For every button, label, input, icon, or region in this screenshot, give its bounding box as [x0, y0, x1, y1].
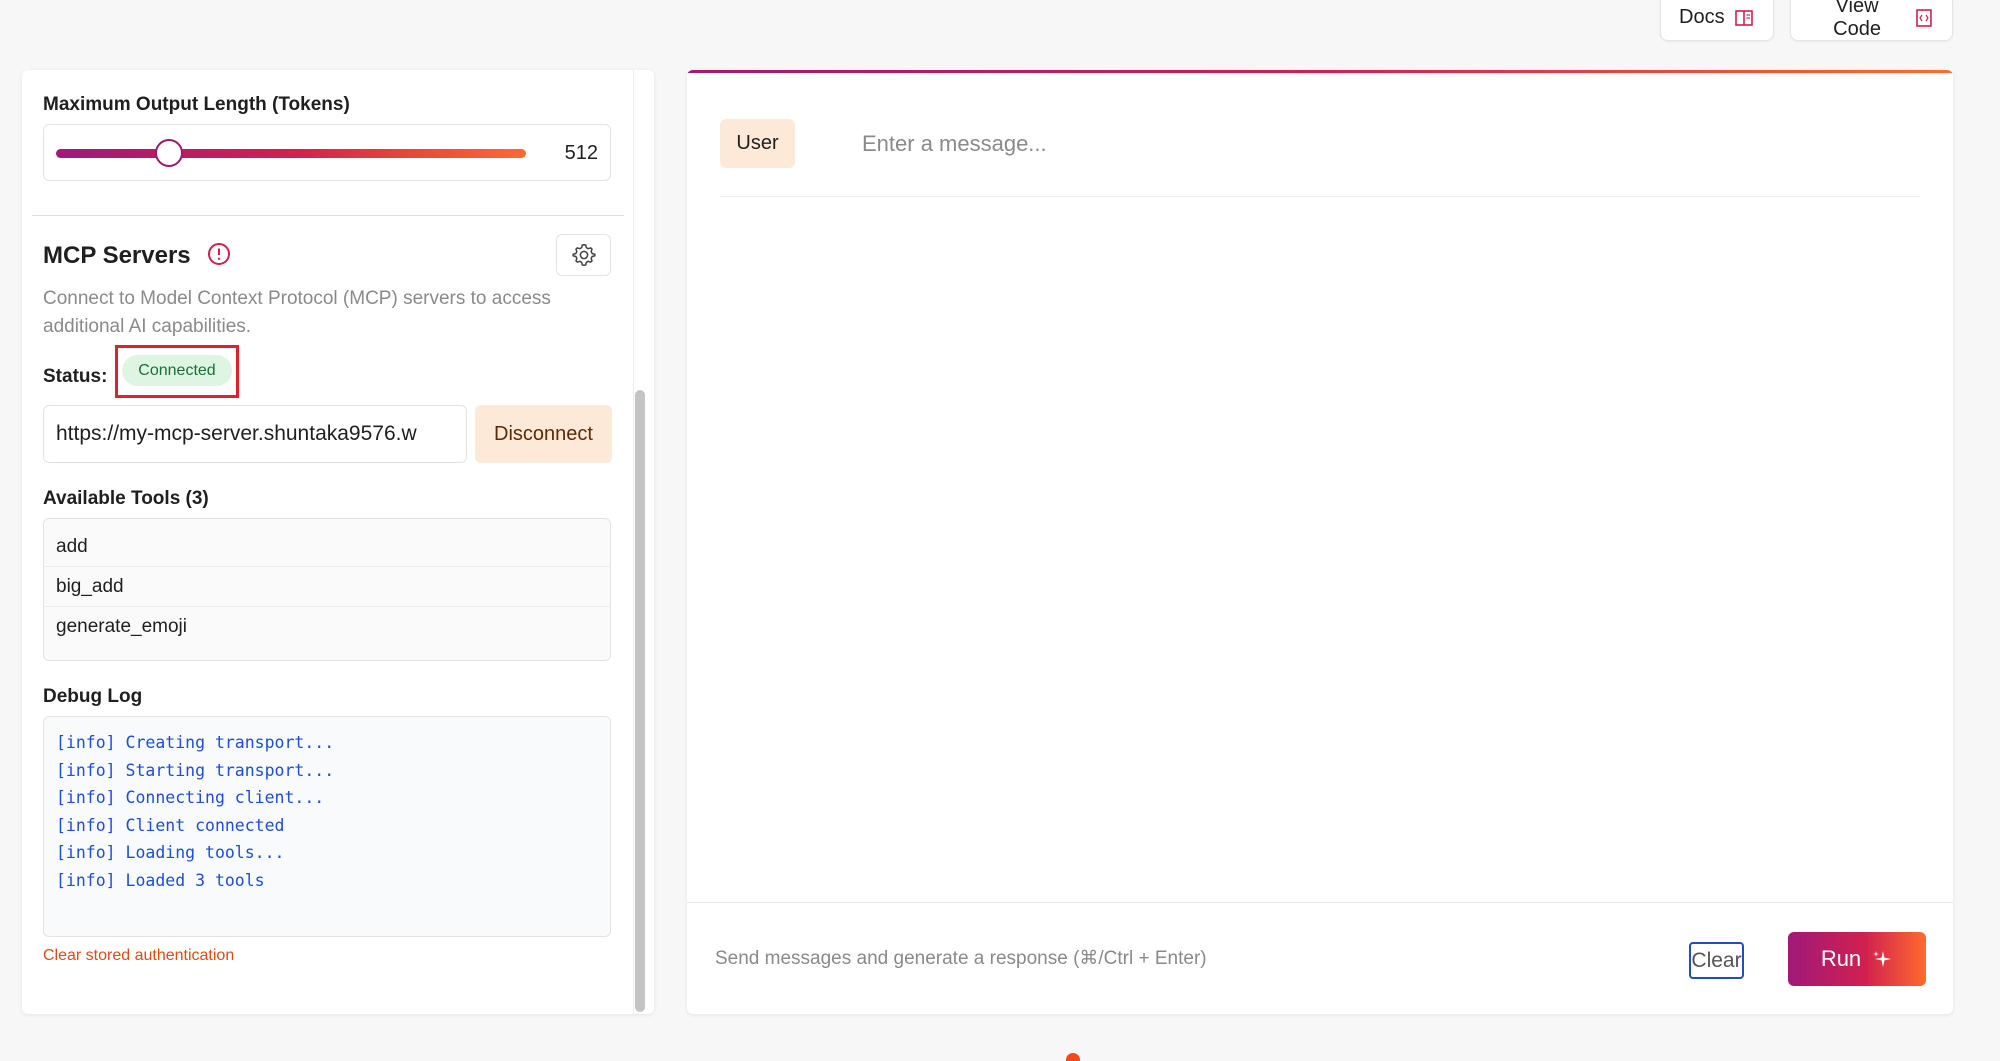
max-output-slider-thumb[interactable] — [154, 139, 183, 167]
clear-button[interactable]: Clear — [1689, 942, 1744, 979]
code-icon — [1916, 8, 1932, 27]
mcp-settings-button[interactable] — [556, 234, 611, 276]
log-line: [info] Starting transport... — [56, 760, 335, 780]
max-output-value: 512 — [564, 142, 598, 164]
gradient-accent-bar — [687, 70, 1953, 73]
mcp-description: Connect to Model Context Protocol (MCP) … — [43, 288, 551, 337]
book-icon — [1734, 9, 1753, 26]
message-divider — [720, 196, 1920, 197]
debug-log-heading: Debug Log — [43, 686, 143, 707]
footer-divider — [687, 902, 1953, 903]
max-output-label: Maximum Output Length (Tokens) — [43, 94, 350, 115]
docs-label: Docs — [1679, 6, 1725, 28]
view-code-button[interactable]: View Code — [1790, 0, 1953, 41]
run-button[interactable]: Run — [1788, 932, 1926, 986]
role-selector[interactable]: User — [720, 119, 795, 168]
bottom-indicator-dot — [1066, 1053, 1080, 1061]
status-highlight-box — [115, 345, 239, 398]
server-url-input[interactable] — [43, 405, 467, 463]
alert-circle-icon[interactable] — [207, 242, 231, 266]
section-divider — [32, 215, 624, 216]
run-label: Run — [1820, 946, 1862, 971]
scrollbar-thumb[interactable] — [635, 390, 645, 1012]
status-label: Status: — [43, 366, 108, 387]
log-line: [info] Loading tools... — [56, 843, 285, 862]
tool-item: add — [44, 527, 610, 567]
available-tools-heading: Available Tools (3) — [43, 488, 209, 509]
tool-item: generate_emoji — [56, 616, 187, 637]
mcp-servers-title: MCP Servers — [43, 242, 191, 269]
tools-list: add big_add generate_emoji — [43, 518, 611, 661]
view-code-label: View Code — [1833, 0, 1881, 40]
log-line: [info] Loaded 3 tools — [56, 870, 265, 890]
message-input[interactable] — [862, 120, 1902, 168]
gear-icon — [571, 243, 596, 267]
settings-panel: Maximum Output Length (Tokens) 512 MCP S… — [22, 70, 654, 1014]
log-line: [info] Client connected — [56, 815, 285, 835]
scroll-track — [633, 70, 634, 1014]
clear-auth-link[interactable]: Clear stored authentication — [43, 947, 234, 965]
chat-panel: User Send messages and generate a respon… — [687, 70, 1953, 1014]
debug-log: [info] Creating transport... [info] Star… — [43, 716, 611, 937]
disconnect-button[interactable]: Disconnect — [475, 405, 612, 463]
log-line: [info] Creating transport... — [56, 733, 335, 752]
tool-item: big_add — [44, 567, 610, 607]
max-output-slider-box: 512 — [43, 124, 611, 181]
docs-button[interactable]: Docs — [1660, 0, 1774, 41]
shortcut-hint: Send messages and generate a response (⌘… — [715, 948, 1207, 969]
sparkle-icon — [1873, 951, 1892, 967]
log-line: [info] Connecting client... — [56, 788, 325, 807]
max-output-slider-track[interactable] — [56, 149, 526, 158]
